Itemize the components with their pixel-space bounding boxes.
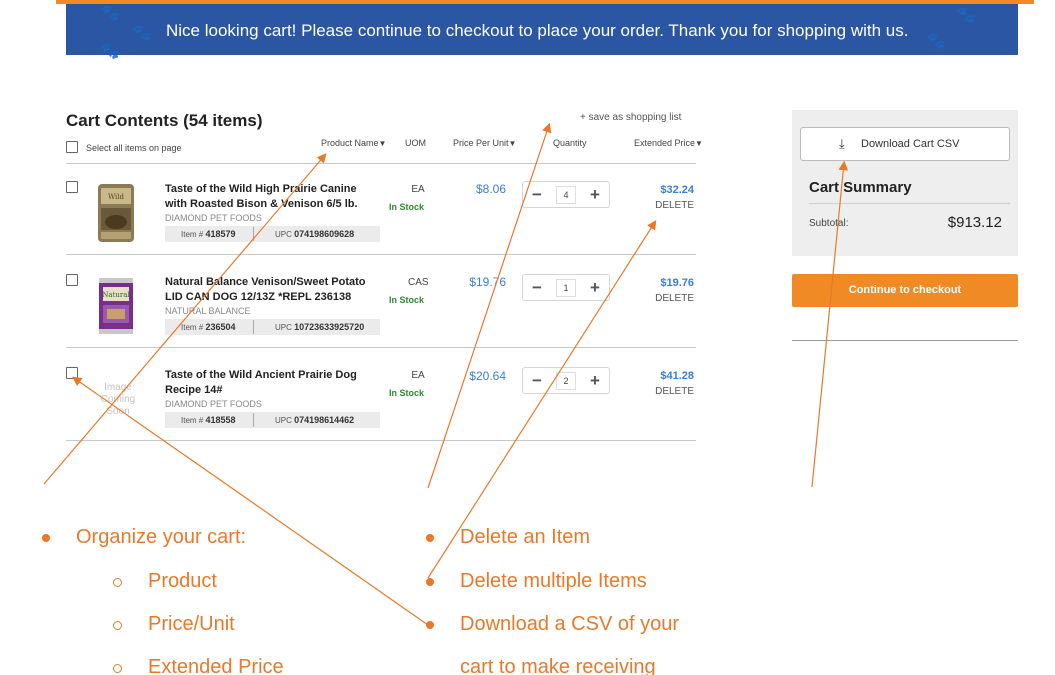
note-sub-bullet	[113, 664, 122, 673]
note-bullet	[426, 621, 434, 629]
arrow-to-product-name	[43, 153, 327, 485]
note-sub-bullet	[113, 578, 122, 587]
note-item: Download a CSV of your	[460, 613, 680, 635]
note-item: Extended Price	[148, 656, 284, 675]
arrow-to-delete	[427, 219, 657, 579]
note-sub-bullet	[113, 621, 122, 630]
arrow-to-download-csv	[811, 160, 849, 488]
note-item: Price/Unit	[148, 613, 235, 635]
note-item: cart to make receiving	[460, 656, 656, 675]
note-bullet	[42, 534, 50, 542]
note-item: Delete an Item	[460, 526, 591, 548]
note-item: Product	[148, 570, 217, 592]
arrow-to-select-checkbox	[72, 376, 429, 626]
arrow-to-price-column	[427, 122, 552, 489]
note-heading: Organize your cart:	[76, 526, 247, 548]
note-bullet	[426, 534, 434, 542]
note-item: Delete multiple Items	[460, 570, 647, 592]
note-bullet	[426, 578, 434, 586]
